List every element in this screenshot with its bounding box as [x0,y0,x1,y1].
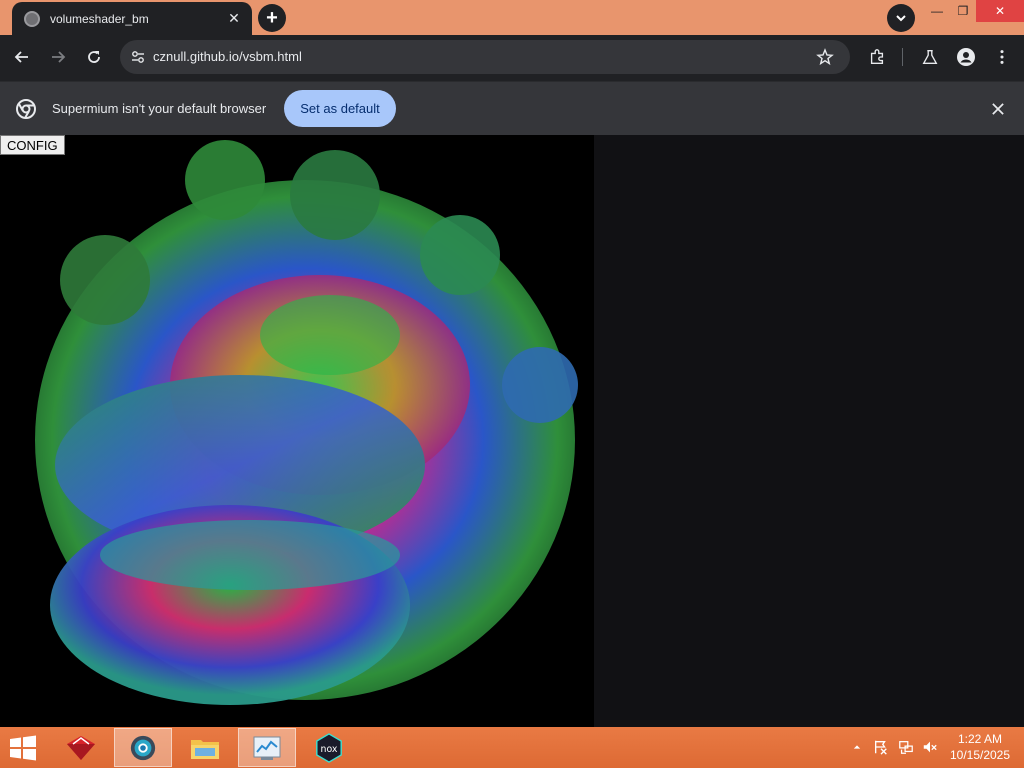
browser-tab[interactable]: volumeshader_bm ✕ [12,2,252,35]
url-text[interactable]: cznull.github.io/vsbm.html [153,49,302,64]
default-browser-infobar: Supermium isn't your default browser Set… [0,81,1024,135]
tab-search-button[interactable] [887,4,915,32]
new-tab-button[interactable]: + [258,4,286,32]
reload-icon [88,51,100,63]
infobar-message: Supermium isn't your default browser [52,101,267,116]
labs-flask-icon[interactable] [920,47,940,67]
profile-avatar-icon[interactable] [956,47,976,67]
site-info-icon[interactable] [130,49,146,65]
close-infobar-icon[interactable] [988,99,1008,119]
globe-icon [24,10,40,27]
toolbar-separator [902,48,903,66]
action-center-flag-icon[interactable] [872,737,890,757]
tab-strip: volumeshader_bm ✕ + — ❐ ✕ [0,0,1024,35]
taskbar-app-ruby[interactable] [52,728,110,767]
show-hidden-icons[interactable] [850,737,864,757]
chevron-down-icon [896,15,906,22]
menu-kebab-icon[interactable] [992,47,1012,67]
page-background-right [594,135,1024,727]
close-window-button[interactable]: ✕ [976,0,1024,22]
restore-button[interactable]: ❐ [950,0,976,22]
fractal-render-canvas[interactable] [0,135,594,727]
set-as-default-button[interactable]: Set as default [284,90,396,127]
system-clock[interactable]: 1:22 AM 10/15/2025 [944,731,1016,763]
reload-button[interactable] [80,43,108,71]
svg-text:nox: nox [321,743,338,754]
taskbar-app-browser[interactable] [114,728,172,767]
browser-app-icon [130,735,156,760]
nox-app-icon: nox [316,732,342,763]
clock-time: 1:22 AM [957,732,1003,746]
extensions-icon[interactable] [867,47,887,67]
chromium-logo-icon [16,99,36,119]
bookmark-star-icon[interactable] [816,48,834,66]
browser-toolbar: cznull.github.io/vsbm.html [0,35,1024,81]
tab-title: volumeshader_bm [50,11,149,26]
back-arrow-icon [14,51,28,63]
taskbar-app-explorer[interactable] [176,728,234,767]
close-tab-icon[interactable]: ✕ [224,9,244,29]
windows-start-icon[interactable] [8,735,38,761]
forward-arrow-icon [52,51,66,63]
screen: volumeshader_bm ✕ + — ❐ ✕ cznull.github.… [0,0,1024,768]
file-explorer-icon [191,739,219,759]
forward-button[interactable] [44,43,72,71]
minimize-button[interactable]: — [924,0,950,22]
taskbar: nox 1:22 AM 10/15/2025 [0,727,1024,768]
task-manager-icon [253,736,281,760]
network-icon[interactable] [897,737,915,757]
clock-date: 10/15/2025 [949,748,1011,762]
config-button[interactable]: CONFIG [0,135,65,155]
taskbar-app-taskmanager[interactable] [238,728,296,767]
taskbar-app-nox[interactable]: nox [300,728,358,767]
page-content: CONFIG [0,135,1024,727]
address-bar[interactable]: cznull.github.io/vsbm.html [120,40,850,74]
ruby-app-icon [67,735,95,760]
back-button[interactable] [8,43,36,71]
volume-muted-icon[interactable] [921,737,939,757]
